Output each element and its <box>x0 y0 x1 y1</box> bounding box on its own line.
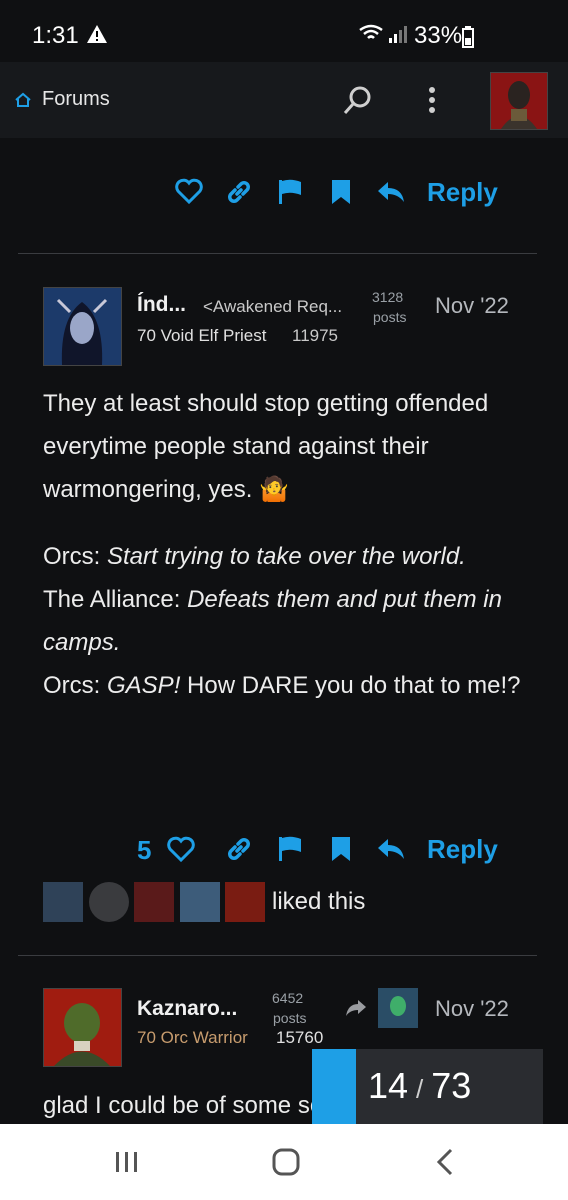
reply-to-arrow-icon[interactable] <box>344 998 368 1023</box>
forums-label: Forums <box>42 88 110 110</box>
posts-label: posts <box>273 1010 307 1026</box>
post-count: 6452 <box>272 990 304 1006</box>
achievement-points: 15760 <box>276 1028 324 1047</box>
search-icon[interactable] <box>342 84 374 121</box>
post-divider <box>18 253 537 254</box>
post-date[interactable]: Nov '22 <box>435 293 509 319</box>
progress-separator: / <box>416 1074 424 1104</box>
forums-link[interactable]: Forums <box>14 88 110 111</box>
topic-progress-text[interactable]: 14 / 73 <box>368 1065 471 1107</box>
progress-current: 14 <box>368 1065 409 1106</box>
post-count: 3128 <box>372 289 404 305</box>
bookmark-icon[interactable] <box>330 835 352 868</box>
post-divider <box>18 955 537 956</box>
poster-class: 70 Void Elf Priest <box>137 326 267 345</box>
signal-icon <box>388 24 408 49</box>
achievement-points: 11975 <box>292 326 339 345</box>
post-quote-block: Orcs: Start trying to take over the worl… <box>43 535 523 707</box>
orcs-line: Orcs: Start trying to take over the worl… <box>43 543 466 570</box>
orcs-reply-line: Orcs: GASP! How DARE you do that to me!? <box>43 672 521 699</box>
warning-icon <box>86 24 108 49</box>
poster-avatar[interactable] <box>43 988 122 1067</box>
home-button-icon[interactable] <box>272 1148 300 1181</box>
topic-progress-fill <box>312 1049 356 1124</box>
reply-icon[interactable] <box>376 180 406 209</box>
back-icon[interactable] <box>435 1148 455 1181</box>
like-count[interactable]: 5 <box>137 835 151 866</box>
link-icon[interactable] <box>225 178 253 211</box>
flag-icon[interactable] <box>277 835 303 868</box>
link-icon[interactable] <box>225 835 253 868</box>
liker-avatar[interactable] <box>134 882 174 922</box>
reply-icon[interactable] <box>376 837 406 866</box>
poster-guild: <Awakened Req... <box>203 297 343 316</box>
bookmark-icon[interactable] <box>330 178 352 211</box>
progress-total: 73 <box>431 1065 472 1106</box>
poster-class: 70 Orc Warrior <box>137 1028 248 1047</box>
posts-label: posts <box>373 309 407 325</box>
alliance-line: The Alliance: Defeats them and put them … <box>43 586 502 656</box>
user-avatar[interactable] <box>490 72 548 130</box>
reply-button[interactable]: Reply <box>427 834 498 865</box>
flag-icon[interactable] <box>277 178 303 211</box>
liker-avatar[interactable] <box>180 882 220 922</box>
poster-avatar[interactable] <box>43 287 122 366</box>
liker-avatar[interactable] <box>43 882 83 922</box>
wifi-icon <box>358 24 384 49</box>
like-icon[interactable] <box>167 836 195 867</box>
recent-apps-icon[interactable] <box>114 1150 140 1179</box>
more-options-icon[interactable] <box>426 86 438 119</box>
poster-username[interactable]: Kaznaro... <box>137 997 237 1021</box>
liked-this-label[interactable]: liked this <box>272 888 365 916</box>
post-paragraph: They at least should stop getting offend… <box>43 390 489 503</box>
post-date[interactable]: Nov '22 <box>435 996 509 1022</box>
battery-icon <box>462 26 474 53</box>
liker-avatar[interactable] <box>89 882 129 922</box>
liker-avatar[interactable] <box>225 882 265 922</box>
status-time: 1:31 <box>32 22 79 49</box>
poster-username[interactable]: Índ... <box>137 293 186 317</box>
battery-percent: 33% <box>414 22 463 49</box>
reply-button[interactable]: Reply <box>427 177 498 208</box>
like-icon[interactable] <box>175 178 203 209</box>
home-icon <box>14 92 32 108</box>
reply-to-avatar[interactable] <box>378 988 418 1028</box>
